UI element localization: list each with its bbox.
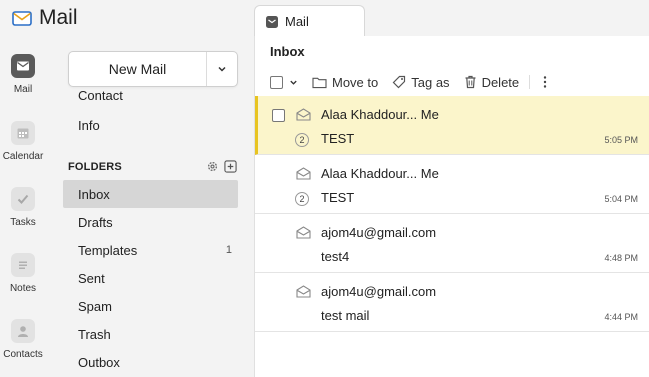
message-sender: ajom4u@gmail.com xyxy=(321,225,437,240)
thread-count-badge: 2 xyxy=(295,133,309,147)
chevron-down-icon xyxy=(218,66,226,72)
tag-as-label: Tag as xyxy=(411,74,450,90)
message-row[interactable]: ajom4u@gmail.com test mail 4:44 PM xyxy=(255,273,649,332)
tag-icon xyxy=(392,75,406,89)
message-time: 5:04 PM xyxy=(604,194,638,204)
folder-templates[interactable]: Templates 1 xyxy=(63,236,238,264)
folder-label: Trash xyxy=(78,326,111,342)
tab-mail[interactable]: Mail xyxy=(254,5,365,37)
tag-as-button[interactable]: Tag as xyxy=(392,74,450,90)
folder-spam[interactable]: Spam xyxy=(63,292,238,320)
thread-count-badge: 2 xyxy=(295,192,309,206)
rail-label: Notes xyxy=(9,283,37,294)
message-subject: test mail xyxy=(321,308,370,323)
rail-label: Tasks xyxy=(10,217,36,228)
folder-inbox[interactable]: Inbox xyxy=(63,180,238,208)
message-subject: TEST xyxy=(321,131,355,146)
message-toolbar: Move to Tag as Delete xyxy=(270,71,548,93)
select-all-checkbox[interactable] xyxy=(270,75,283,89)
folder-drafts[interactable]: Drafts xyxy=(63,208,238,236)
folder-label: Sent xyxy=(78,270,105,286)
mail-logo-icon xyxy=(12,11,32,26)
page-title: Inbox xyxy=(270,44,305,59)
envelope-open-icon xyxy=(296,285,311,298)
add-folder-button[interactable] xyxy=(223,159,237,173)
folder-settings-button[interactable] xyxy=(205,159,219,173)
more-vertical-icon xyxy=(543,76,547,88)
folders-actions xyxy=(205,159,237,173)
rail-item-calendar[interactable]: Calendar xyxy=(0,121,46,162)
tab-label: Mail xyxy=(285,14,309,29)
message-time: 4:44 PM xyxy=(604,312,638,322)
chevron-down-icon xyxy=(290,80,297,85)
new-mail-button[interactable]: New Mail xyxy=(69,52,207,86)
rail-label: Contacts xyxy=(3,349,43,360)
message-subject: test4 xyxy=(321,249,350,264)
select-all-dropdown[interactable] xyxy=(270,75,298,89)
message-sender: Alaa Khaddour... Me xyxy=(321,107,439,122)
message-row[interactable]: Alaa Khaddour... Me 2 TEST 5:05 PM xyxy=(255,96,649,155)
sidebar-link-info[interactable]: Info xyxy=(78,118,100,133)
envelope-open-icon xyxy=(296,167,311,180)
message-list-panel: Inbox Move to Tag as Delete Alaa Khaddou… xyxy=(254,36,649,377)
new-mail-dropdown-button[interactable] xyxy=(207,52,237,86)
folder-label: Drafts xyxy=(78,214,113,230)
rail-item-tasks[interactable]: Tasks xyxy=(0,187,46,228)
rail-label: Calendar xyxy=(2,151,44,162)
message-time: 5:05 PM xyxy=(604,135,638,145)
envelope-open-icon xyxy=(296,226,311,239)
message-sender: ajom4u@gmail.com xyxy=(321,284,437,299)
folder-outbox[interactable]: Outbox xyxy=(63,348,238,376)
envelope-open-icon xyxy=(296,108,311,121)
folder-count: 1 xyxy=(225,244,232,256)
rail-item-contacts[interactable]: Contacts xyxy=(0,319,46,360)
app-title-text: Mail xyxy=(39,6,78,29)
rail-label: Mail xyxy=(13,84,33,95)
rail-item-notes[interactable]: Notes xyxy=(0,253,46,294)
message-checkbox[interactable] xyxy=(272,109,285,122)
tasks-icon xyxy=(11,187,35,211)
sidebar-link-contact[interactable]: Contact xyxy=(78,88,123,103)
message-sender: Alaa Khaddour... Me xyxy=(321,166,439,181)
rail-item-mail[interactable]: Mail xyxy=(0,54,46,95)
message-subject: TEST xyxy=(321,190,355,205)
folder-label: Spam xyxy=(78,298,112,314)
trash-icon xyxy=(465,75,476,89)
delete-button[interactable]: Delete xyxy=(464,74,520,90)
move-to-label: Move to xyxy=(332,74,379,90)
new-mail-split-button: New Mail xyxy=(68,51,238,87)
move-to-button[interactable]: Move to xyxy=(312,75,378,90)
folder-label: Templates xyxy=(78,242,138,258)
contacts-icon xyxy=(11,319,35,343)
folder-label: Outbox xyxy=(78,354,120,370)
toolbar-divider xyxy=(529,75,531,89)
more-actions-button[interactable] xyxy=(542,75,548,89)
mail-icon xyxy=(11,54,35,78)
mail-icon xyxy=(266,15,278,28)
plus-square-icon xyxy=(223,159,237,173)
folder-trash[interactable]: Trash xyxy=(63,320,238,348)
folder-icon xyxy=(312,77,327,88)
message-time: 4:48 PM xyxy=(604,253,638,263)
gear-icon xyxy=(207,161,217,171)
calendar-icon xyxy=(11,121,35,145)
folders-header: FOLDERS xyxy=(68,161,122,173)
message-row[interactable]: ajom4u@gmail.com test4 4:48 PM xyxy=(255,214,649,273)
folder-sent[interactable]: Sent xyxy=(63,264,238,292)
app-title: Mail xyxy=(12,4,78,32)
folder-label: Inbox xyxy=(78,186,110,202)
message-row[interactable]: Alaa Khaddour... Me 2 TEST 5:04 PM xyxy=(255,155,649,214)
delete-label: Delete xyxy=(481,74,520,90)
notes-icon xyxy=(11,253,35,277)
